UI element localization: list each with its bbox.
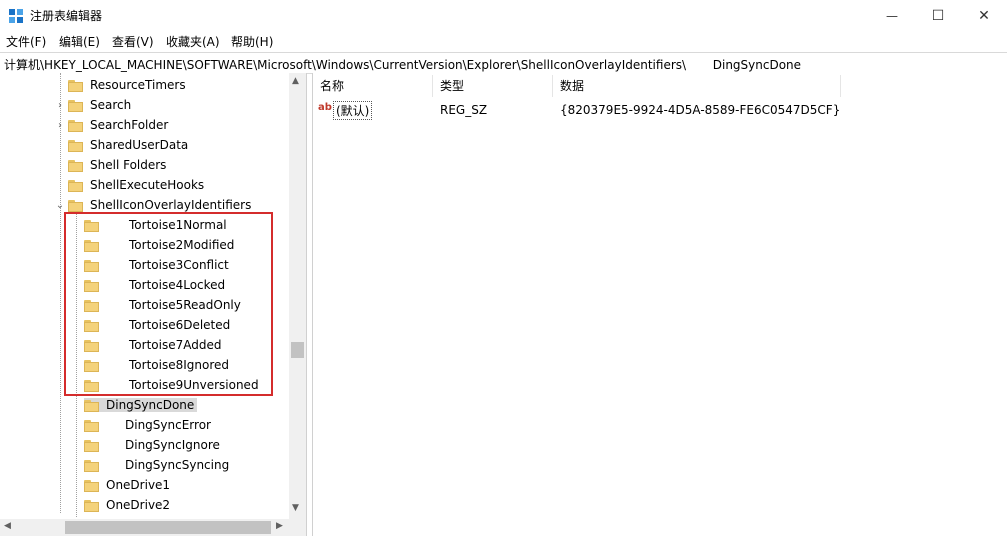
folder-icon (68, 139, 83, 152)
tree-item[interactable]: Search (68, 95, 134, 115)
folder-icon (84, 399, 99, 412)
maximize-button[interactable]: ☐ (915, 0, 961, 31)
column-header-name[interactable]: 名称 (320, 77, 344, 94)
value-type: REG_SZ (440, 103, 488, 117)
tree-item-label: Search (90, 98, 132, 112)
folder-icon (84, 499, 99, 512)
tree-item[interactable]: DingSyncSyncing (84, 455, 232, 475)
maximize-icon: ☐ (931, 7, 945, 24)
menu-favorites[interactable]: 收藏夹(A) (166, 33, 220, 50)
folder-icon (68, 199, 83, 212)
tree-item[interactable]: Shell Folders (68, 155, 169, 175)
tree-guide-line (60, 73, 61, 513)
folder-icon (68, 179, 83, 192)
expand-chevron-icon[interactable]: › (55, 120, 65, 131)
tree-item-label: ShellExecuteHooks (90, 178, 205, 192)
tree-item-label: OneDrive1 (106, 478, 171, 492)
window-title: 注册表编辑器 (30, 9, 103, 23)
tree-item[interactable]: ResourceTimers (68, 75, 189, 95)
folder-icon (68, 119, 83, 132)
tree-item-label: DingSyncIgnore (125, 438, 220, 452)
folder-icon (84, 439, 99, 452)
scroll-up-icon[interactable]: ▲ (292, 76, 299, 86)
tree-item-label: Shell Folders (90, 158, 167, 172)
tree-item-label: ShellIconOverlayIdentifiers (90, 198, 252, 212)
value-list-pane (312, 73, 1007, 536)
address-bar[interactable]: 计算机\HKEY_LOCAL_MACHINE\SOFTWARE\Microsof… (0, 52, 1007, 74)
title-bar (0, 0, 1007, 31)
value-data: {820379E5-9924-4D5A-8589-FE6C0547D5CF} (560, 103, 841, 117)
address-path[interactable]: 计算机\HKEY_LOCAL_MACHINE\SOFTWARE\Microsof… (4, 56, 801, 73)
tree-item-selected[interactable]: DingSyncDone (84, 395, 198, 415)
value-name: (默认) (333, 101, 373, 120)
folder-icon (68, 99, 83, 112)
tree-item[interactable]: ShellExecuteHooks (68, 175, 207, 195)
close-button[interactable]: ✕ (961, 0, 1007, 31)
folder-icon (68, 159, 83, 172)
tree-horizontal-scroll-thumb[interactable] (65, 521, 271, 534)
menu-edit[interactable]: 编辑(E) (59, 33, 100, 50)
scroll-left-icon[interactable]: ◀ (4, 521, 11, 531)
tree-item[interactable]: OneDrive1 (84, 475, 173, 495)
folder-icon (84, 419, 99, 432)
folder-icon (68, 79, 83, 92)
tree-item[interactable]: DingSyncError (84, 415, 214, 435)
expand-chevron-icon[interactable]: › (55, 100, 65, 111)
column-separator[interactable] (552, 75, 553, 97)
minimize-icon: — (886, 8, 898, 23)
annotation-highlight-box (64, 212, 273, 396)
tree-item[interactable]: SharedUserData (68, 135, 191, 155)
menu-help[interactable]: 帮助(H) (231, 33, 273, 50)
tree-item[interactable]: OneDrive2 (84, 495, 173, 515)
tree-item-label: SearchFolder (90, 118, 169, 132)
tree-item-label: ResourceTimers (90, 78, 186, 92)
tree-item-label: DingSyncSyncing (125, 458, 230, 472)
regedit-app-icon (9, 9, 23, 23)
tree-item-label: SharedUserData (90, 138, 189, 152)
tree-vertical-scrollbar[interactable] (289, 73, 306, 519)
collapse-chevron-icon[interactable]: ⌄ (55, 200, 65, 211)
scroll-down-icon[interactable]: ▼ (292, 503, 299, 513)
tree-vertical-scroll-thumb[interactable] (291, 342, 304, 358)
column-separator[interactable] (840, 75, 841, 97)
menu-view[interactable]: 查看(V) (112, 33, 154, 50)
column-header-type[interactable]: 类型 (440, 77, 464, 94)
column-header-data[interactable]: 数据 (560, 77, 584, 94)
tree-item-label: DingSyncError (125, 418, 211, 432)
close-icon: ✕ (978, 7, 990, 24)
minimize-button[interactable]: — (869, 0, 915, 31)
tree-item[interactable]: SearchFolder (68, 115, 171, 135)
menu-file[interactable]: 文件(F) (6, 33, 46, 50)
tree-item-label: DingSyncDone (84, 398, 198, 412)
folder-icon (84, 459, 99, 472)
tree-item-label: OneDrive2 (106, 498, 171, 512)
tree-item[interactable]: DingSyncIgnore (84, 435, 223, 455)
folder-icon (84, 479, 99, 492)
column-separator[interactable] (432, 75, 433, 97)
string-value-icon: ab (318, 102, 332, 113)
scroll-right-icon[interactable]: ▶ (276, 521, 283, 531)
